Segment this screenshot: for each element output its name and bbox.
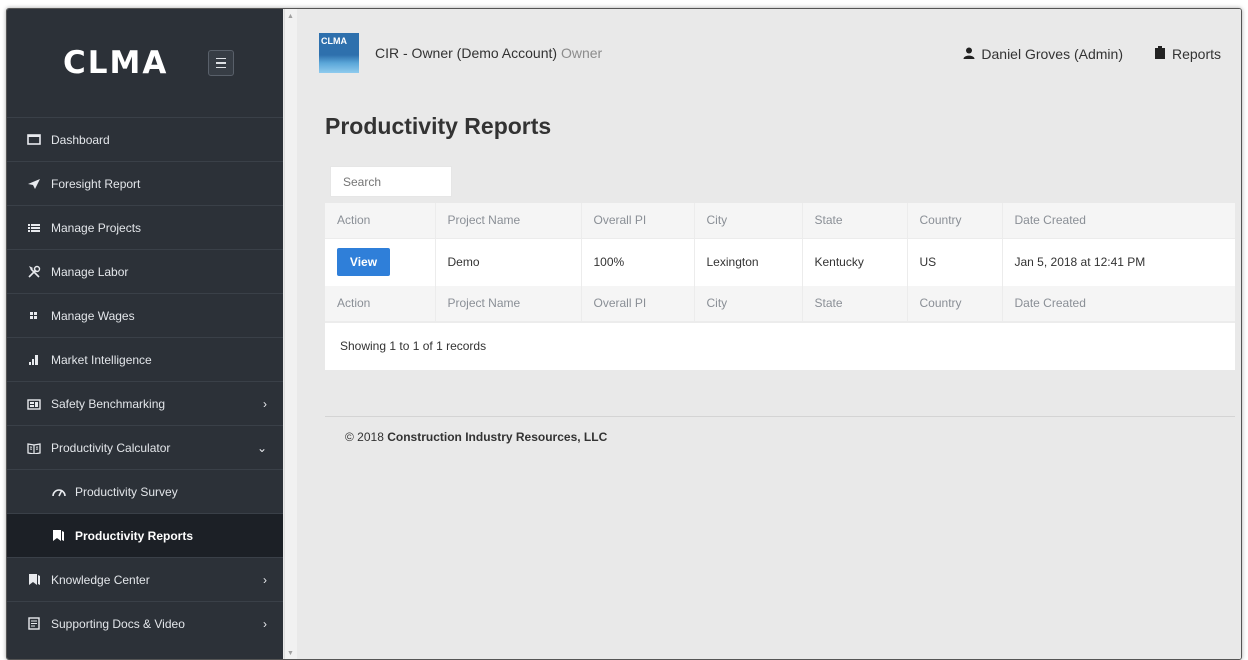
brand: CLMA bbox=[7, 9, 283, 117]
chevron-right-icon: › bbox=[263, 396, 267, 411]
sidebar-item-foresight-report[interactable]: Foresight Report bbox=[7, 161, 283, 205]
cell-project-name: Demo bbox=[434, 238, 581, 286]
reports-table: Action Project Name Overall PI City Stat… bbox=[325, 203, 1235, 322]
column-footer-country: Country bbox=[906, 286, 1002, 322]
page-footer: © 2018 Construction Industry Resources, … bbox=[345, 430, 607, 444]
sidebar-item-label: Manage Projects bbox=[51, 220, 142, 235]
sidebar-item-label: Market Intelligence bbox=[51, 352, 152, 367]
cell-city: Lexington bbox=[693, 238, 802, 286]
page-title: Productivity Reports bbox=[325, 113, 552, 139]
sidebar-item-label: Productivity Calculator bbox=[51, 440, 171, 455]
table-footer-row: Action Project Name Overall PI City Stat… bbox=[325, 286, 1235, 322]
sidebar-item-manage-projects[interactable]: Manage Projects bbox=[7, 205, 283, 249]
grid-icon bbox=[27, 310, 51, 322]
chevron-right-icon: › bbox=[263, 572, 267, 587]
search-input[interactable] bbox=[330, 166, 452, 197]
copyright-text: © 2018 bbox=[345, 430, 384, 444]
sidebar-item-productivity-reports[interactable]: Productivity Reports bbox=[7, 513, 283, 557]
hamburger-icon-line bbox=[216, 62, 227, 64]
column-footer-project-name: Project Name bbox=[434, 286, 581, 322]
reports-table-container: Action Project Name Overall PI City Stat… bbox=[325, 203, 1235, 370]
book-icon bbox=[27, 442, 51, 454]
sidebar-item-safety-benchmarking[interactable]: Safety Benchmarking › bbox=[7, 381, 283, 425]
app-window: CLMA Dashboard Foresight Report Manage P… bbox=[6, 8, 1242, 660]
column-header-project-name[interactable]: Project Name bbox=[434, 203, 581, 239]
sidebar-item-dashboard[interactable]: Dashboard bbox=[7, 117, 283, 161]
account-label: CIR - Owner (Demo Account) bbox=[375, 45, 558, 61]
cell-country: US bbox=[906, 238, 1002, 286]
chevron-down-icon: ⌄ bbox=[256, 440, 267, 455]
tools-icon bbox=[27, 265, 51, 278]
sidebar-item-label: Productivity Reports bbox=[75, 528, 194, 543]
sidebar-item-knowledge-center[interactable]: Knowledge Center › bbox=[7, 557, 283, 601]
sidebar-item-label: Dashboard bbox=[51, 132, 110, 147]
hamburger-icon-line bbox=[216, 66, 227, 69]
records-info: Showing 1 to 1 of 1 records bbox=[325, 321, 1235, 370]
account-role: Owner bbox=[560, 45, 603, 61]
cell-action: View bbox=[325, 238, 435, 286]
cell-date-created: Jan 5, 2018 at 12:41 PM bbox=[1001, 238, 1235, 286]
sidebar-scrollbar[interactable]: ▲ ▼ bbox=[284, 9, 297, 659]
company-name: Construction Industry Resources, LLC bbox=[387, 430, 608, 444]
clipboard-icon bbox=[1154, 46, 1165, 62]
sidebar-nav: Dashboard Foresight Report Manage Projec… bbox=[7, 117, 283, 645]
column-header-action[interactable]: Action bbox=[325, 203, 435, 239]
column-footer-city: City bbox=[693, 286, 802, 322]
account-name: CIR - Owner (Demo Account) Owner bbox=[375, 45, 602, 61]
hamburger-icon-line bbox=[216, 57, 227, 60]
sidebar-item-label: Manage Wages bbox=[51, 308, 135, 323]
column-header-state[interactable]: State bbox=[801, 203, 907, 239]
view-button[interactable]: View bbox=[337, 248, 390, 277]
sidebar-item-label: Safety Benchmarking bbox=[51, 396, 166, 411]
chevron-right-icon: › bbox=[263, 616, 267, 631]
column-footer-state: State bbox=[801, 286, 907, 322]
sidebar-item-label: Supporting Docs & Video bbox=[51, 616, 185, 631]
sidebar-item-market-intelligence[interactable]: Market Intelligence bbox=[7, 337, 283, 381]
table-header-row: Action Project Name Overall PI City Stat… bbox=[325, 203, 1235, 239]
column-footer-overall-pi: Overall PI bbox=[580, 286, 694, 322]
user-menu[interactable]: Daniel Groves (Admin) bbox=[963, 46, 1123, 62]
monitor-icon bbox=[27, 133, 51, 146]
account-logo: CLMA bbox=[319, 33, 359, 73]
id-card-icon bbox=[27, 398, 51, 410]
bookmark-icon bbox=[27, 573, 51, 586]
reports-label: Reports bbox=[1171, 46, 1221, 62]
sidebar-item-manage-labor[interactable]: Manage Labor bbox=[7, 249, 283, 293]
sidebar-item-productivity-calculator[interactable]: Productivity Calculator ⌄ bbox=[7, 425, 283, 469]
bookmark-icon bbox=[51, 529, 75, 542]
sidebar: CLMA Dashboard Foresight Report Manage P… bbox=[7, 9, 283, 659]
sidebar-item-productivity-survey[interactable]: Productivity Survey bbox=[7, 469, 283, 513]
cell-state: Kentucky bbox=[801, 238, 907, 286]
sidebar-item-label: Productivity Survey bbox=[75, 484, 178, 499]
footer-divider bbox=[325, 416, 1235, 417]
sidebar-item-label: Manage Labor bbox=[51, 264, 129, 279]
menu-toggle-button[interactable] bbox=[208, 50, 235, 76]
sidebar-item-label: Foresight Report bbox=[51, 176, 141, 191]
scroll-down-arrow-icon[interactable]: ▼ bbox=[287, 650, 294, 657]
sidebar-item-supporting-docs[interactable]: Supporting Docs & Video › bbox=[7, 601, 283, 645]
table-row: View Demo 100% Lexington Kentucky US Jan… bbox=[325, 238, 1235, 286]
sidebar-item-label: Knowledge Center bbox=[51, 572, 150, 587]
column-header-date-created[interactable]: Date Created bbox=[1001, 203, 1235, 239]
cell-overall-pi: 100% bbox=[580, 238, 694, 286]
column-header-city[interactable]: City bbox=[693, 203, 802, 239]
user-icon bbox=[963, 46, 975, 62]
scroll-up-arrow-icon[interactable]: ▲ bbox=[287, 13, 294, 20]
paper-plane-icon bbox=[27, 178, 51, 190]
main-content: CLMA CIR - Owner (Demo Account) Owner Da… bbox=[298, 9, 1241, 659]
gauge-icon bbox=[51, 486, 75, 498]
list-icon bbox=[27, 222, 51, 234]
column-header-overall-pi[interactable]: Overall PI bbox=[580, 203, 694, 239]
column-header-country[interactable]: Country bbox=[906, 203, 1002, 239]
topbar: CLMA CIR - Owner (Demo Account) Owner Da… bbox=[298, 9, 1241, 89]
bar-chart-icon bbox=[27, 354, 51, 366]
column-footer-date-created: Date Created bbox=[1001, 286, 1235, 322]
sidebar-item-manage-wages[interactable]: Manage Wages bbox=[7, 293, 283, 337]
brand-logo: CLMA bbox=[63, 45, 169, 81]
user-name: Daniel Groves (Admin) bbox=[981, 46, 1123, 62]
document-icon bbox=[27, 617, 51, 630]
column-footer-action: Action bbox=[325, 286, 435, 322]
reports-link[interactable]: Reports bbox=[1154, 46, 1221, 62]
